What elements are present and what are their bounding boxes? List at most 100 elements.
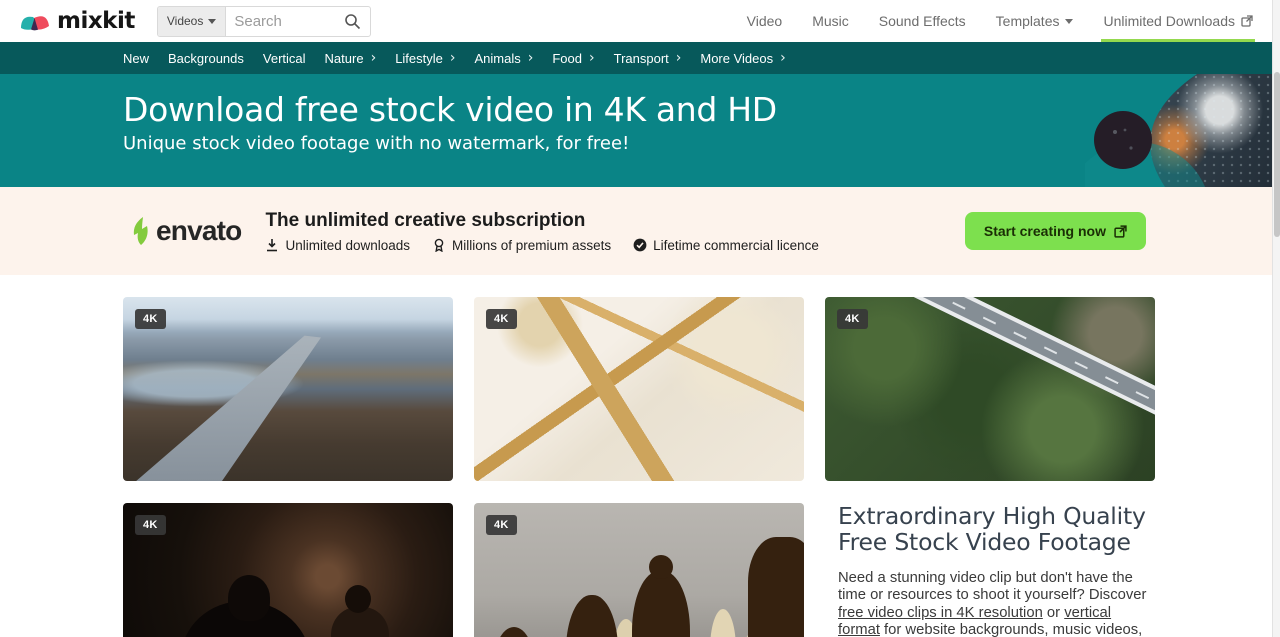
cat-label: Animals <box>474 50 521 66</box>
feature-premium-assets: Millions of premium assets <box>432 238 611 253</box>
check-circle-icon <box>633 238 647 252</box>
scrollbar-track[interactable] <box>1272 0 1280 637</box>
top-nav: Video Music Sound Effects Templates Unli… <box>747 0 1280 42</box>
chevron-right-icon: › <box>780 50 786 66</box>
logo-wordmark: mixkit <box>57 8 135 34</box>
chevron-down-icon <box>208 18 217 24</box>
hero-decorative-image <box>1085 74 1272 187</box>
header: mixkit Videos Video Music <box>0 0 1280 42</box>
feature-commercial-licence: Lifetime commercial licence <box>633 238 819 253</box>
cat-item-food[interactable]: Food › <box>552 51 594 66</box>
video-thumbnail-art <box>492 627 536 637</box>
video-card-christmas-gifts[interactable]: 4K <box>474 297 804 481</box>
nav-item-templates[interactable]: Templates <box>996 0 1074 42</box>
nav-label: Sound Effects <box>878 13 966 29</box>
cat-label: New <box>123 50 150 66</box>
envato-wordmark: envato <box>156 215 242 246</box>
chevron-right-icon: › <box>527 50 534 66</box>
cat-label: Lifestyle <box>395 50 443 66</box>
nav-item-music[interactable]: Music <box>812 0 849 42</box>
mixkit-logo[interactable]: mixkit <box>20 8 135 34</box>
cta-label: Start creating now <box>983 223 1106 239</box>
search-category-dropdown[interactable]: Videos <box>157 6 227 36</box>
nav-label: Unlimited Downloads <box>1103 13 1235 29</box>
hero-title: Download free stock video in 4K and HD <box>123 90 777 129</box>
promo-features: Unlimited downloads Millions of premium … <box>265 238 819 253</box>
hero-subtitle: Unique stock video footage with no water… <box>123 133 630 154</box>
feature-label: Unlimited downloads <box>285 237 411 253</box>
feature-unlimited-downloads: Unlimited downloads <box>265 238 410 253</box>
nav-item-video[interactable]: Video <box>747 0 783 42</box>
chevron-right-icon: › <box>449 50 456 66</box>
cat-item-animals[interactable]: Animals › <box>475 51 534 66</box>
seo-text-block: Extraordinary High Quality Free Stock Vi… <box>825 503 1155 637</box>
chevron-down-icon <box>1065 18 1074 24</box>
resolution-badge: 4K <box>135 309 166 329</box>
cat-label: Backgrounds <box>168 50 244 66</box>
cat-item-backgrounds[interactable]: Backgrounds <box>168 51 244 66</box>
search-icon <box>344 13 361 30</box>
paragraph-text: or <box>1042 604 1065 621</box>
mixkit-butterfly-icon <box>20 9 50 33</box>
resolution-badge: 4K <box>486 515 517 535</box>
nav-label: Templates <box>995 13 1060 29</box>
cat-item-new[interactable]: New <box>123 51 149 66</box>
page: mixkit Videos Video Music <box>0 0 1280 637</box>
chevron-right-icon: › <box>370 50 377 66</box>
video-thumbnail-art <box>345 585 371 613</box>
cat-label: Food <box>552 50 582 66</box>
nav-item-unlimited-downloads[interactable]: Unlimited Downloads <box>1101 0 1255 42</box>
cat-item-vertical[interactable]: Vertical <box>263 51 306 66</box>
search-input[interactable] <box>226 12 342 30</box>
envato-leaf-icon <box>130 216 152 246</box>
promo-content: The unlimited creative subscription Unli… <box>265 210 818 253</box>
video-thumbnail-art <box>632 555 690 637</box>
feature-label: Lifetime commercial licence <box>653 237 819 253</box>
chevron-right-icon: › <box>589 50 595 66</box>
active-nav-underline <box>1101 39 1255 42</box>
video-thumbnail-art <box>228 575 270 621</box>
cat-label: Transport <box>613 50 669 66</box>
video-card-chess-pieces[interactable]: 4K <box>474 503 804 637</box>
video-thumbnail-art <box>710 609 736 637</box>
scrollbar-thumb[interactable] <box>1274 72 1280 237</box>
promo-title: The unlimited creative subscription <box>265 209 586 231</box>
resolution-badge: 4K <box>135 515 166 535</box>
cat-item-transport[interactable]: Transport › <box>614 51 682 66</box>
search-button[interactable] <box>342 13 370 30</box>
hero-banner: Download free stock video in 4K and HD U… <box>0 74 1280 187</box>
search-category-label: Videos <box>166 14 204 28</box>
envato-logo[interactable]: envato <box>130 215 242 247</box>
external-link-icon <box>1114 224 1127 238</box>
category-nav: New Backgrounds Vertical Nature › Lifest… <box>0 42 1280 74</box>
envato-promo-banner: envato The unlimited creative subscripti… <box>0 187 1280 275</box>
video-thumbnail-art <box>748 537 804 637</box>
video-card-aerial-highway[interactable]: 4K <box>123 297 453 481</box>
cat-label: Vertical <box>262 50 306 66</box>
paragraph-text: Need a stunning video clip but don't hav… <box>838 569 1147 604</box>
resolution-badge: 4K <box>486 309 517 329</box>
link-4k-clips[interactable]: free video clips in 4K resolution <box>838 605 1043 621</box>
nav-item-sound-effects[interactable]: Sound Effects <box>879 0 966 42</box>
start-creating-button[interactable]: Start creating now <box>964 212 1146 250</box>
video-card-library-chess[interactable]: 4K <box>123 503 453 637</box>
cat-label: More Videos <box>700 50 774 66</box>
nav-label: Video <box>746 13 783 29</box>
resolution-badge: 4K <box>837 309 868 329</box>
cat-item-lifestyle[interactable]: Lifestyle › <box>395 51 455 66</box>
content-paragraph: Need a stunning video clip but don't hav… <box>838 570 1155 637</box>
feature-label: Millions of premium assets <box>452 237 612 253</box>
download-icon <box>265 238 279 252</box>
chevron-right-icon: › <box>675 50 682 66</box>
external-link-icon <box>1241 15 1253 27</box>
cat-item-nature[interactable]: Nature › <box>325 51 377 66</box>
hero-text: Download free stock video in 4K and HD U… <box>123 90 777 154</box>
video-card-forest-bridge[interactable]: 4K <box>825 297 1155 481</box>
nav-label: Music <box>812 13 849 29</box>
cat-item-more-videos[interactable]: More Videos › <box>700 51 785 66</box>
road-markings <box>825 297 1155 446</box>
search-bar: Videos <box>156 5 371 37</box>
medal-icon <box>432 238 446 252</box>
video-thumbnail-art <box>825 297 1155 456</box>
video-grid: 4K 4K 4K 4K 4K Extraordinary High Qualit… <box>123 297 1280 637</box>
